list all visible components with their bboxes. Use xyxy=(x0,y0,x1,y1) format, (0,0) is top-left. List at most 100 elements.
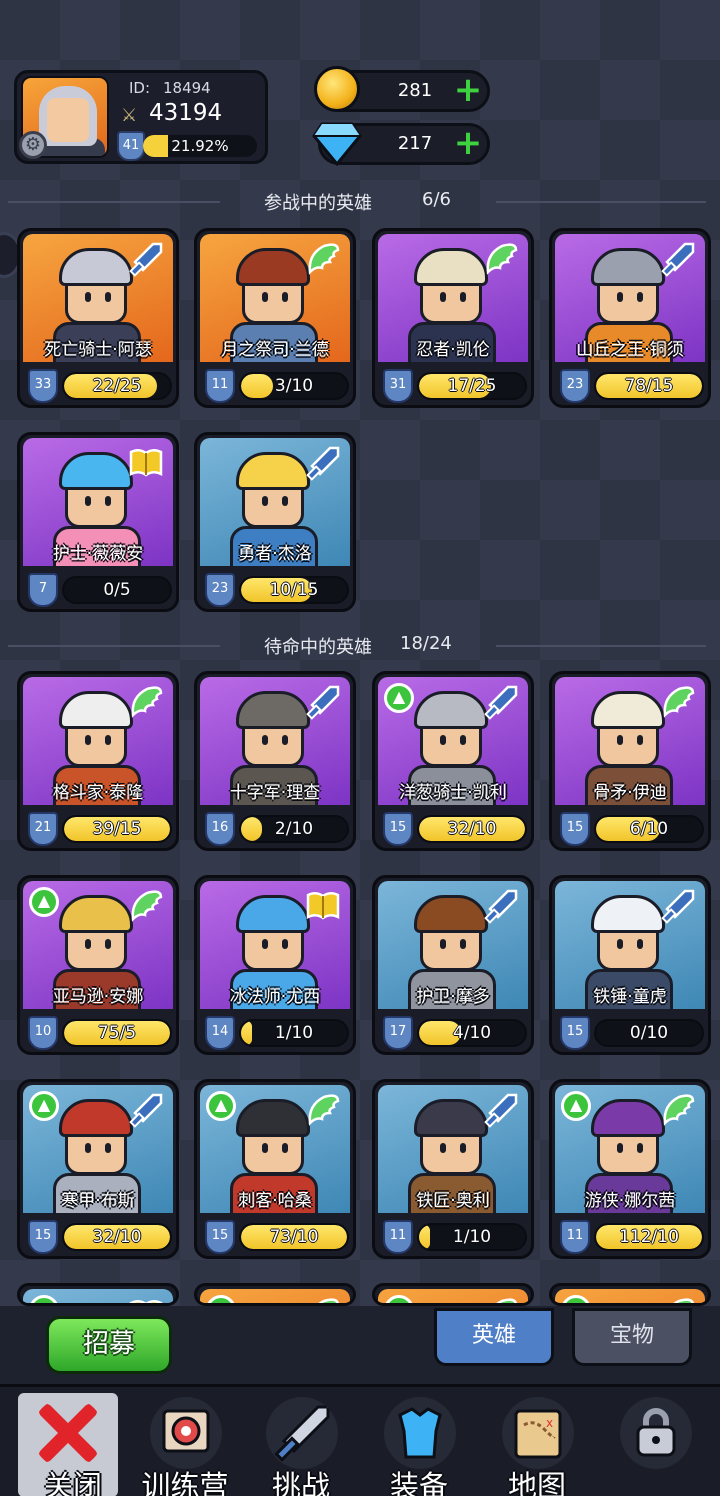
lock-icon xyxy=(620,1397,692,1469)
hero-level-badge: 15 xyxy=(560,1016,590,1050)
hero-card[interactable]: 山丘之王·铜须 23 78/15 xyxy=(549,228,711,408)
gear-icon[interactable]: ⚙ xyxy=(19,131,47,159)
hero-shard-text: 73/10 xyxy=(269,1227,319,1247)
hero-level-badge: 15 xyxy=(205,1220,235,1254)
hero-card[interactable]: 勇者·杰洛 23 10/15 xyxy=(194,432,356,612)
nav-training-label: 训练营 xyxy=(141,1469,229,1496)
hero-card[interactable]: ▲ 游侠·娜尔茜 11 112/10 xyxy=(549,1079,711,1259)
hero-card[interactable]: 护士·薇薇安 7 0/5 xyxy=(17,432,179,612)
hero-card[interactable]: ▲ xyxy=(372,1283,534,1306)
wing-icon xyxy=(496,1298,517,1303)
hero-card[interactable]: 忍者·凯伦 31 17/25 xyxy=(372,228,534,408)
hero-name: 护士·薇薇安 xyxy=(52,544,144,564)
book-icon xyxy=(129,1300,163,1303)
hero-card[interactable]: ▲ 洋葱骑士·凯利 15 32/10 xyxy=(372,671,534,851)
nav-equipment-label: 装备 xyxy=(389,1469,448,1496)
hero-card[interactable]: ▲ xyxy=(17,1283,179,1306)
wing-icon xyxy=(308,1094,340,1126)
hero-shard-text: 4/10 xyxy=(452,1023,492,1043)
hero-shard-progress: 32/10 xyxy=(417,815,527,843)
bottom-navigation: 关闭 训练营 挑战 装备 x 地图 xyxy=(0,1384,720,1496)
wing-icon xyxy=(318,1298,339,1303)
sword-icon xyxy=(306,446,340,481)
player-level-badge: 41 xyxy=(117,131,145,161)
hero-shard-progress: 0/10 xyxy=(594,1019,704,1047)
hero-name: 寒甲·布斯 xyxy=(61,1191,135,1211)
sword-icon xyxy=(129,1093,163,1128)
sword-icon xyxy=(129,242,163,277)
hero-card[interactable]: 护卫·摩多 17 4/10 xyxy=(372,875,534,1055)
hero-name: 游侠·娜尔茜 xyxy=(584,1191,676,1211)
sword-icon xyxy=(661,242,695,277)
svg-text:x: x xyxy=(546,1416,553,1430)
hero-shard-progress: 0/5 xyxy=(62,576,172,604)
hero-shard-text: 78/15 xyxy=(624,376,674,396)
sword-icon xyxy=(661,889,695,924)
nav-close-button[interactable]: 关闭 xyxy=(18,1393,118,1496)
upgrade-arrow-icon: ▲ xyxy=(29,1091,59,1121)
hero-shard-text: 1/10 xyxy=(452,1227,492,1247)
hero-name: 亚马逊·安娜 xyxy=(52,987,144,1007)
hero-shard-progress: 4/10 xyxy=(417,1019,527,1047)
hero-card[interactable]: ▲ 亚马逊·安娜 10 75/5 xyxy=(17,875,179,1055)
hero-shard-progress: 112/10 xyxy=(594,1223,704,1251)
hero-shard-text: 22/25 xyxy=(92,376,142,396)
book-icon xyxy=(306,892,340,920)
upgrade-arrow-icon: ▲ xyxy=(384,1295,414,1303)
sword-icon xyxy=(484,685,518,720)
hero-card[interactable]: ▲ xyxy=(549,1283,711,1306)
hero-card[interactable]: ▲ 刺客·哈桑 15 73/10 xyxy=(194,1079,356,1259)
hero-card[interactable]: ▲ xyxy=(194,1283,356,1306)
hero-shard-text: 39/15 xyxy=(92,819,142,839)
nav-challenge-label: 挑战 xyxy=(271,1469,330,1496)
nav-close-label: 关闭 xyxy=(43,1469,102,1496)
recruit-button[interactable]: 招募 xyxy=(46,1316,172,1374)
add-gems-button[interactable]: + xyxy=(453,126,483,160)
wing-icon xyxy=(308,243,340,275)
hero-level-badge: 23 xyxy=(560,369,590,403)
upgrade-arrow-icon: ▲ xyxy=(29,887,59,917)
hero-card[interactable]: 冰法师·尤西 14 1/10 xyxy=(194,875,356,1055)
player-profile-panel[interactable]: ⚙ ID: 18494 ⚔ 43194 41 21.92% xyxy=(14,70,268,164)
tab-heroes[interactable]: 英雄 xyxy=(434,1308,554,1366)
crossed-swords-icon: ⚔ xyxy=(121,105,138,126)
hero-shard-text: 32/10 xyxy=(92,1227,142,1247)
divider xyxy=(496,645,706,647)
nav-locked-button[interactable] xyxy=(600,1393,710,1496)
add-coins-button[interactable]: + xyxy=(453,73,483,107)
upgrade-arrow-icon: ▲ xyxy=(561,1091,591,1121)
upgrade-arrow-icon: ▲ xyxy=(206,1295,236,1303)
hero-card[interactable]: 铁匠·奥利 11 1/10 xyxy=(372,1079,534,1259)
hero-card[interactable]: 死亡骑士·阿瑟 33 22/25 xyxy=(17,228,179,408)
hero-shard-progress: 78/15 xyxy=(594,372,704,400)
sword-icon xyxy=(484,1093,518,1128)
hero-name: 勇者·杰洛 xyxy=(238,544,312,564)
tab-treasure[interactable]: 宝物 xyxy=(572,1308,692,1366)
hero-shard-progress: 39/15 xyxy=(62,815,172,843)
wing-icon xyxy=(131,890,163,922)
hero-card[interactable]: 十字军·理查 16 2/10 xyxy=(194,671,356,851)
hero-shard-progress: 2/10 xyxy=(239,815,349,843)
nav-equipment-button[interactable]: 装备 xyxy=(364,1393,474,1496)
hero-level-badge: 17 xyxy=(383,1016,413,1050)
hero-card[interactable]: 铁锤·童虎 15 0/10 xyxy=(549,875,711,1055)
hero-shard-text: 2/10 xyxy=(274,819,314,839)
player-id-label: ID: xyxy=(129,79,151,97)
nav-map-button[interactable]: x 地图 xyxy=(482,1393,592,1496)
hero-card[interactable]: 格斗家·泰隆 21 39/15 xyxy=(17,671,179,851)
player-exp-bar: 21.92% xyxy=(143,135,257,157)
hero-shard-progress: 10/15 xyxy=(239,576,349,604)
hero-shard-text: 32/10 xyxy=(447,819,497,839)
nav-training-button[interactable]: 训练营 xyxy=(130,1393,240,1496)
wing-icon xyxy=(131,686,163,718)
hero-card[interactable]: 骨矛·伊迪 15 6/10 xyxy=(549,671,711,851)
hero-card[interactable]: ▲ 寒甲·布斯 15 32/10 xyxy=(17,1079,179,1259)
hero-name: 护卫·摩多 xyxy=(416,987,490,1007)
standby-heroes-title: 待命中的英雄 xyxy=(264,637,372,658)
hero-level-badge: 31 xyxy=(383,369,413,403)
hero-shard-progress: 22/25 xyxy=(62,372,172,400)
hero-name: 刺客·哈桑 xyxy=(238,1191,312,1211)
hero-card[interactable]: 月之祭司·兰德 11 3/10 xyxy=(194,228,356,408)
nav-challenge-button[interactable]: 挑战 xyxy=(246,1393,356,1496)
hero-level-badge: 23 xyxy=(205,573,235,607)
